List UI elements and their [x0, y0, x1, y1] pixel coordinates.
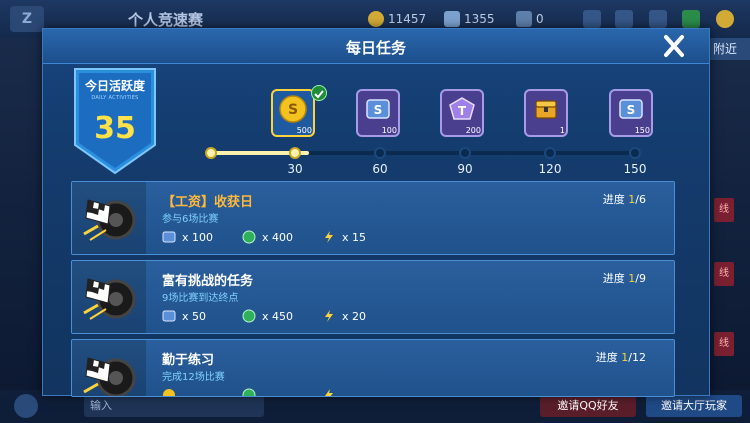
- task-rewards: [162, 388, 402, 396]
- green-coin-icon: [242, 388, 256, 396]
- rank-counter: 0: [516, 11, 544, 27]
- reward-amount: 1: [559, 126, 565, 135]
- racing-flag-tire-icon: [83, 357, 136, 396]
- reward-amount: 150: [634, 126, 650, 135]
- task-icon-area: [72, 182, 146, 254]
- right-side-panel: 线 线 线: [708, 120, 750, 370]
- milestone-node: [459, 147, 471, 159]
- milestone-node: [629, 147, 641, 159]
- gem-counter: 1355: [444, 11, 495, 27]
- task-card[interactable]: 勤于练习 完成12场比赛 进度 1/12: [71, 339, 675, 397]
- reward-amount: 100: [381, 126, 397, 135]
- gold-coin-icon: S: [279, 95, 307, 123]
- reward-box-120[interactable]: 1: [524, 89, 568, 137]
- task-title: 富有挑战的任务: [162, 274, 254, 289]
- s-card-icon: [162, 310, 176, 322]
- task-progress: 进度 1/9: [602, 272, 646, 285]
- claimed-check-icon: [311, 85, 327, 101]
- game-logo: Z: [10, 6, 44, 32]
- task-progress: 进度 1/6: [602, 193, 646, 206]
- s-card-icon: S: [619, 99, 643, 119]
- reward-amount: 200: [465, 126, 481, 135]
- side-button[interactable]: 线: [714, 198, 734, 222]
- t-crystal-icon: T: [449, 97, 475, 120]
- avatar[interactable]: [716, 10, 734, 28]
- task-rewards: x 50 x 450 x 20: [162, 309, 402, 323]
- s-card-icon: S: [366, 99, 390, 119]
- task-progress: 进度 1/12: [595, 351, 646, 364]
- treasure-chest-icon: [535, 100, 557, 119]
- milestone-node: [374, 147, 386, 159]
- activity-badge: 今日活跃度 DAILY ACTIVITIES 35: [73, 67, 157, 175]
- reward-box-150[interactable]: S 150: [609, 89, 653, 137]
- activity-progress-track: [211, 151, 635, 155]
- add-icon[interactable]: [583, 10, 601, 28]
- activity-title: 今日活跃度: [84, 79, 145, 93]
- gear-icon[interactable]: [649, 10, 667, 28]
- svg-text:T: T: [458, 104, 467, 118]
- milestone-label: 150: [623, 162, 647, 176]
- chat-input[interactable]: 输入: [84, 395, 264, 417]
- svg-text:S: S: [374, 103, 383, 117]
- reward-box-30[interactable]: S 500: [271, 85, 327, 137]
- milestone-label: 120: [538, 162, 562, 176]
- gold-coin-icon: [163, 389, 175, 396]
- task-title: 【工资】收获日: [162, 195, 254, 210]
- lightning-icon: [325, 389, 333, 396]
- gem-icon: [444, 11, 460, 27]
- task-rewards: x 100 x 400 x 15: [162, 230, 402, 244]
- racing-flag-tire-icon: [83, 278, 136, 320]
- s-card-icon: [162, 231, 176, 243]
- milestone-node: [544, 147, 556, 159]
- task-icon-area: [72, 261, 146, 333]
- page-title: 个人竞速赛: [128, 11, 204, 29]
- wifi-icon: [682, 10, 700, 28]
- green-coin-icon: [242, 230, 256, 244]
- friends-icon[interactable]: [615, 10, 633, 28]
- reward-box-90[interactable]: T 200: [440, 89, 484, 137]
- task-card[interactable]: 【工资】收获日 参与6场比赛 x 100 x 400 x 15 进度 1/6: [71, 181, 675, 255]
- task-title: 勤于练习: [162, 353, 215, 368]
- close-button[interactable]: [660, 33, 688, 59]
- side-button[interactable]: 线: [714, 262, 734, 286]
- activity-value: 35: [94, 111, 136, 146]
- coin-icon: [368, 11, 384, 27]
- lightning-icon: [325, 231, 333, 243]
- svg-text:S: S: [627, 103, 636, 117]
- milestone-label: 60: [372, 162, 388, 176]
- milestone-label: 90: [457, 162, 473, 176]
- milestone-node: [289, 147, 301, 159]
- modal-header: 每日任务: [43, 29, 709, 64]
- task-description: 参与6场比赛: [162, 214, 219, 225]
- progress-start-node: [205, 147, 217, 159]
- racing-flag-tire-icon: [83, 199, 136, 241]
- task-description: 9场比赛到达终点: [162, 293, 239, 304]
- invite-qq-button[interactable]: 邀请QQ好友: [540, 395, 636, 417]
- reward-box-60[interactable]: S 100: [356, 89, 400, 137]
- close-icon: [664, 35, 684, 57]
- coin-counter: 11457: [368, 11, 426, 27]
- svg-text:S: S: [288, 102, 298, 118]
- trophy-icon: [516, 11, 532, 27]
- task-icon-area: [72, 340, 146, 396]
- task-card[interactable]: 富有挑战的任务 9场比赛到达终点 x 50 x 450 x 20 进度 1/9: [71, 260, 675, 334]
- task-description: 完成12场比赛: [162, 372, 225, 383]
- invite-hall-button[interactable]: 邀请大厅玩家: [646, 395, 742, 417]
- activity-subtitle: DAILY ACTIVITIES: [91, 95, 139, 101]
- milestone-label: 30: [287, 162, 303, 176]
- reward-amount: 500: [296, 126, 312, 135]
- lightning-icon: [325, 310, 333, 322]
- microphone-icon[interactable]: [14, 394, 38, 418]
- modal-title: 每日任务: [345, 39, 406, 57]
- daily-tasks-modal: 每日任务 今日活跃度 DAILY ACTIVITIES 35 S 500 S 1…: [42, 28, 710, 397]
- side-button[interactable]: 线: [714, 332, 734, 356]
- green-coin-icon: [242, 309, 256, 323]
